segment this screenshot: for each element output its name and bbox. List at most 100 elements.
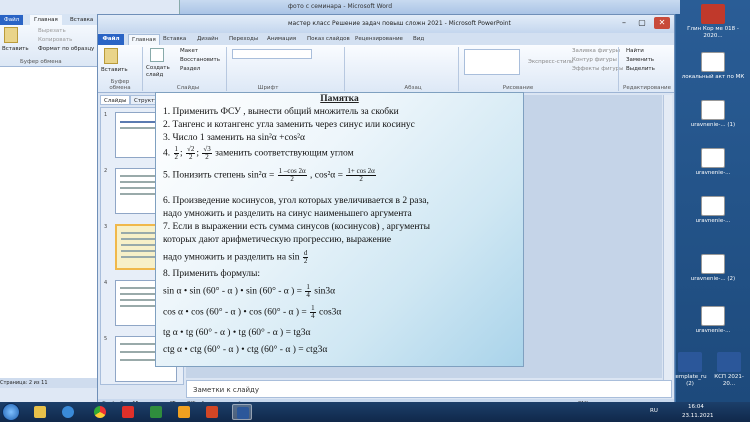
fraction-denominator: 2 [174,153,179,161]
tab-slideshow[interactable]: Показ слайдов [304,34,353,45]
word-format-painter-button[interactable]: Формат по образцу [38,46,94,53]
tab-design[interactable]: Дизайн [194,34,221,45]
rule-2: 2. Тангенс и котангенс угла заменить чер… [163,120,415,130]
fraction-denominator: 4 [306,291,310,299]
tab-insert[interactable]: Вставка [160,34,189,45]
excel-icon [150,406,162,418]
ribbon-separator [618,47,619,91]
formula-sin: sin α • sin (60° - α ) • sin (60° - α ) … [163,284,335,299]
taskbar-app[interactable] [58,404,78,420]
font-name-dropdown[interactable] [232,49,312,59]
notes-pane[interactable]: Заметки к слайду [186,380,672,398]
document-icon [701,148,725,168]
maximize-button[interactable]: ▢ [634,17,650,29]
language-bar[interactable]: RU [650,408,658,414]
taskbar-app[interactable] [30,404,50,420]
clock-time[interactable]: 16:04 [688,404,704,410]
word-copy-button[interactable]: Копировать [38,37,72,44]
desktop-icon-label: локальный акт по МК [681,74,745,80]
shape-fill-button[interactable]: Заливка фигуры [572,48,620,55]
fraction-denominator: 2 [188,153,193,161]
desktop: Глин Кор ме 018 - 2020... локальный акт … [673,0,750,402]
paragraph-buttons[interactable] [350,49,440,73]
paste-icon [104,48,118,64]
slide-canvas[interactable]: Памятка 1. Применить ФСУ , вынести общий… [155,92,524,367]
word-document [0,67,97,378]
ppt-title: мастер класс Решение задач повыш сложн 2… [288,20,511,27]
desktop-icon[interactable]: локальный акт по МК [680,52,746,81]
clock-date[interactable]: 23.11.2021 [682,413,714,419]
tab-file[interactable]: Файл [98,34,124,45]
shape-outline-button[interactable]: Контур фигуры [572,57,617,64]
desktop-icon[interactable]: template_ru (2) [672,352,708,388]
word-tab-file[interactable]: Файл [0,15,24,25]
rule-4-text: заменить соответствующим углом [215,148,354,159]
taskbar-app[interactable] [118,404,138,420]
minimize-button[interactable]: – [616,17,632,29]
drawing-group: Рисование [502,85,534,91]
thumb-number: 4 [104,280,108,286]
tab-transitions[interactable]: Переходы [226,34,261,45]
tab-view[interactable]: Вид [410,34,427,45]
tab-review[interactable]: Рецензирование [352,34,406,45]
shapes-gallery[interactable] [464,49,520,75]
rule-7a: 7. Если в выражении есть сумма синусов (… [163,222,430,232]
replace-button[interactable]: Заменить [626,57,654,64]
fraction: 14 [310,305,316,320]
word-cut-button[interactable]: Вырезать [38,28,66,35]
chrome-icon [94,406,106,418]
tab-slides[interactable]: Слайды [100,95,131,105]
rule-8: 8. Применить формулы: [163,269,261,279]
taskbar-app[interactable] [90,404,110,420]
desktop-icon[interactable]: КСП 2021-20... [710,352,748,388]
taskbar-app[interactable] [146,404,166,420]
ribbon-separator [226,47,227,91]
vertical-scrollbar[interactable] [663,95,672,385]
reset-button[interactable]: Восстановить [180,57,220,64]
font-group: Шрифт [257,85,279,91]
word-doc-icon [717,352,741,372]
ribbon-separator [142,47,143,91]
paste-button[interactable]: Вставить [101,67,128,74]
new-slide-button[interactable]: Создать слайд [146,65,176,79]
select-button[interactable]: Выделить [626,66,655,73]
formula-tg: tg α • tg (60° - α ) • tg (60° - α ) = t… [163,328,311,338]
rule-6b: надо умножить и разделить на синус наиме… [163,209,412,219]
thumb-number: 3 [104,224,108,230]
shape-effects-button[interactable]: Эффекты фигуры [572,66,624,73]
quick-styles-button[interactable]: Экспресс-стили [528,59,574,66]
fraction-denominator: 2 [359,175,363,183]
desktop-icon[interactable]: uravnenie-... (2) [680,254,746,283]
desktop-icon[interactable]: uravnenie-... (1) [680,100,746,129]
fraction-denominator: 2 [205,153,209,161]
slide-title: Памятка [320,94,359,104]
section-button[interactable]: Раздел [180,66,200,73]
taskbar-app[interactable] [202,404,222,420]
font-format-buttons[interactable] [232,62,312,72]
close-button[interactable]: ✕ [654,17,670,29]
desktop-icon[interactable]: Глин Кор ме 018 - 2020... [680,4,746,40]
layout-button[interactable]: Макет [180,48,198,55]
word-icon [237,407,249,419]
find-button[interactable]: Найти [626,48,644,55]
ppt-ribbon: Вставить Буфер обмена Создать слайд Маке… [98,45,674,93]
desktop-icon[interactable]: uravnenie-... [680,148,746,177]
document-icon [701,306,725,326]
word-paste-button[interactable]: Вставить [2,46,29,53]
fraction: 1 –cos 2α 2 [277,168,307,183]
desktop-icon[interactable]: uravnenie-... [680,196,746,225]
desktop-icon-label: Глин Кор ме 018 - 2020... [687,26,739,39]
document-icon [701,52,725,72]
start-button[interactable] [2,403,20,421]
formula-sin-left: sin α • sin (60° - α ) • sin (60° - α ) … [163,286,303,297]
word-tab-home[interactable]: Главная [30,15,62,25]
tab-animation[interactable]: Анимация [264,34,299,45]
rule-5-mid: , cos²α = [310,170,344,181]
taskbar-app[interactable] [174,404,194,420]
word-tab-insert[interactable]: Вставка [66,15,97,25]
desktop-icon[interactable]: uravnenie-... [680,306,746,335]
word-status-bar: Страница: 2 из 11 [0,378,97,388]
taskbar-app-active[interactable] [232,404,252,420]
tab-home[interactable]: Главная [128,34,160,45]
yandex-icon [122,406,134,418]
